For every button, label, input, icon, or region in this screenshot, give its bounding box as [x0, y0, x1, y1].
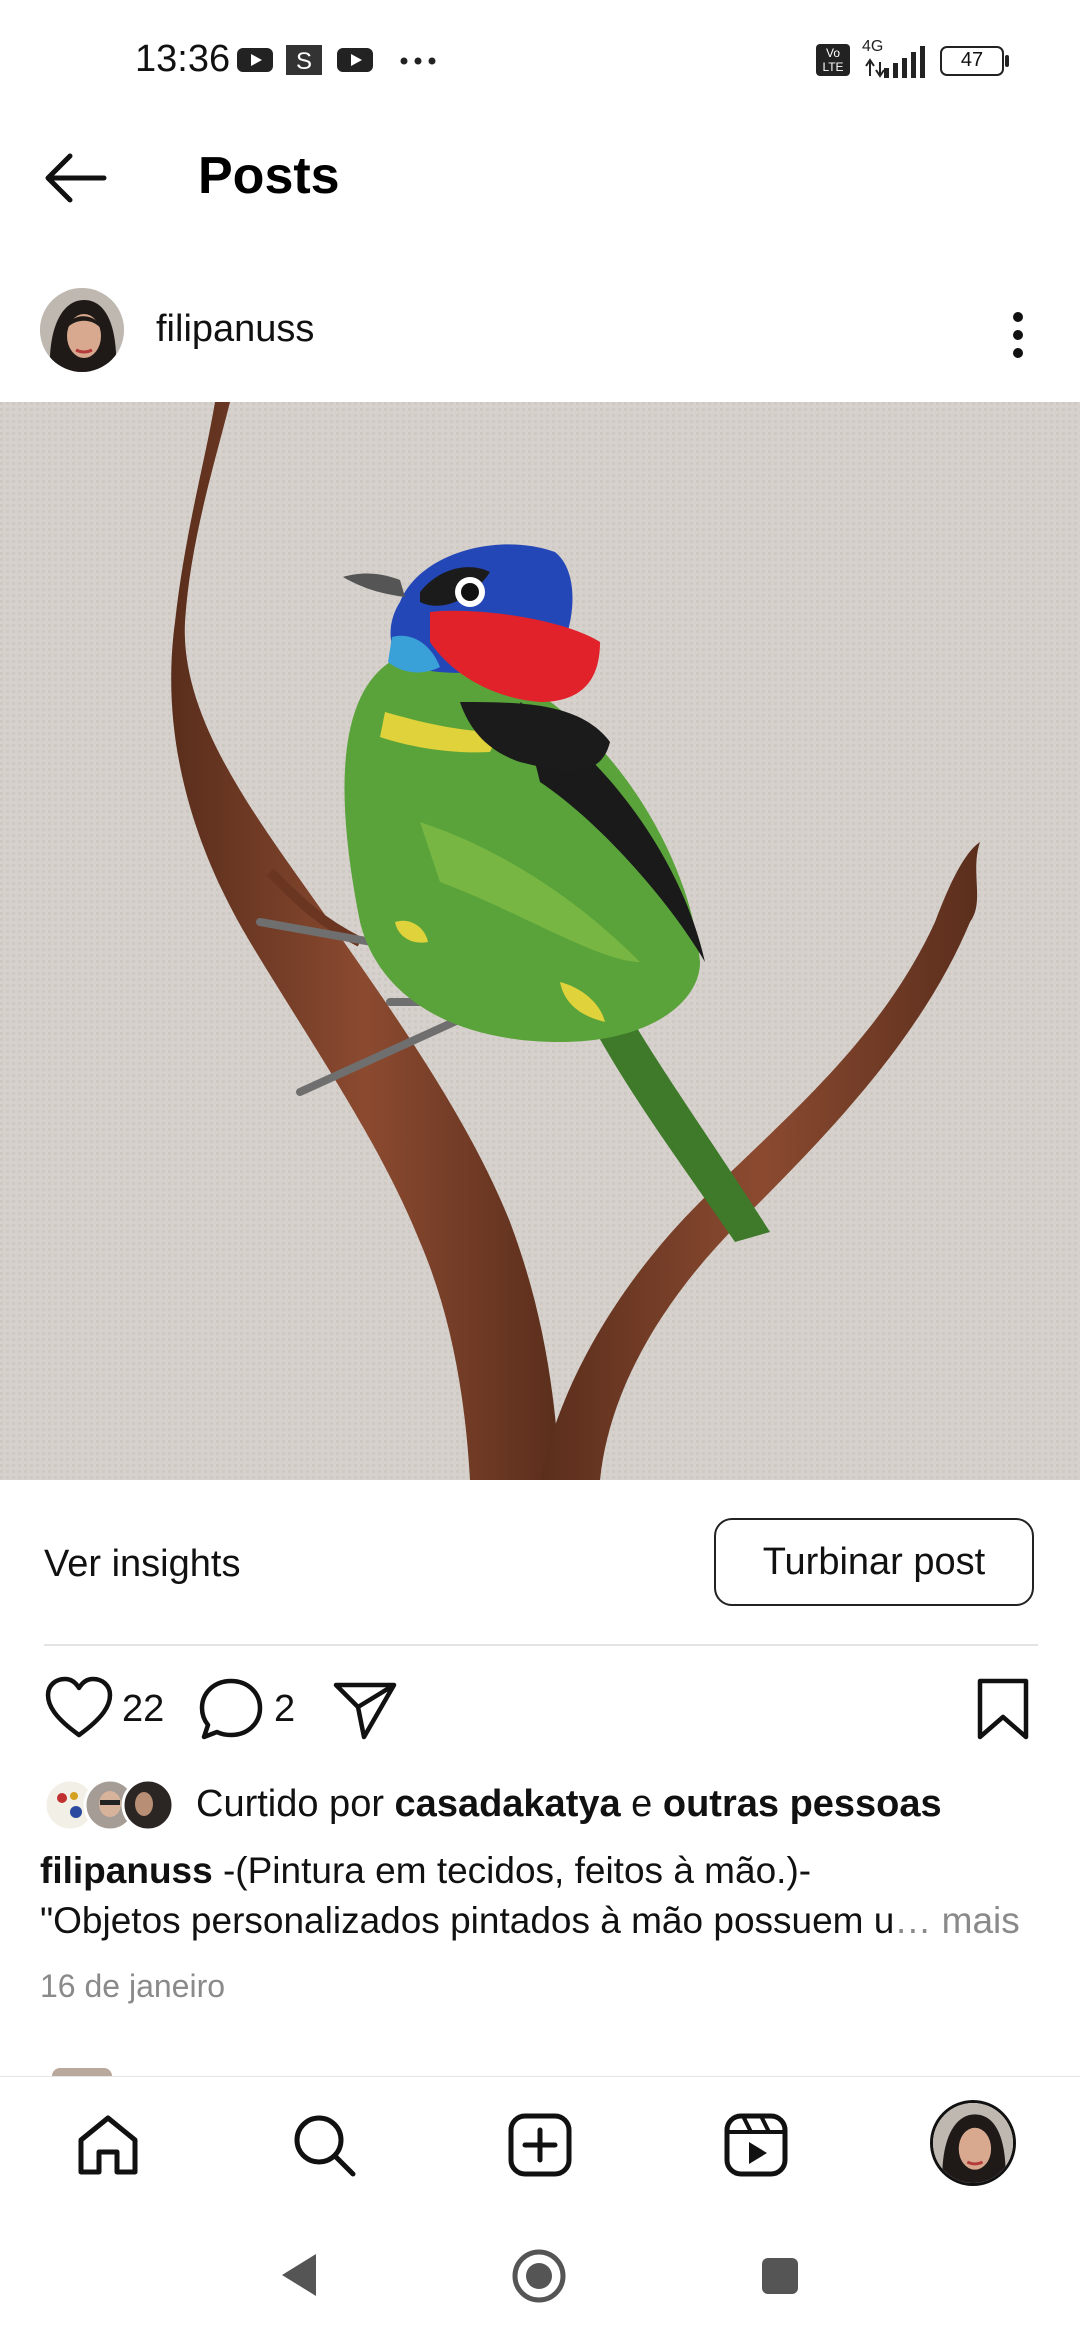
like-count[interactable]: 22: [122, 1688, 164, 1731]
page-title: Posts: [198, 147, 340, 205]
comment-count[interactable]: 2: [274, 1688, 295, 1731]
system-recents-icon[interactable]: [758, 2254, 802, 2298]
liked-by-and: e: [620, 1783, 663, 1825]
system-back-icon[interactable]: [276, 2250, 322, 2300]
view-insights-link[interactable]: Ver insights: [44, 1543, 240, 1586]
next-post-avatar: [52, 2068, 112, 2076]
caption-line-2: "Objetos personalizados pintados à mão p…: [40, 1900, 1040, 1942]
send-icon[interactable]: [330, 1675, 400, 1745]
back-button[interactable]: [40, 148, 110, 208]
liked-by-prefix: Curtido por: [196, 1783, 395, 1825]
bird-painting-image: [0, 402, 1080, 1480]
author-avatar[interactable]: [40, 288, 124, 372]
svg-text:S: S: [296, 48, 312, 75]
heart-icon[interactable]: [44, 1675, 114, 1745]
more-notifications-icon: [400, 57, 436, 65]
divider: [44, 1644, 1038, 1646]
search-icon[interactable]: [289, 2110, 359, 2180]
status-bar: 13:36 S Vo LTE 4G 47: [0, 0, 1080, 110]
liked-by-user[interactable]: casadakatya: [395, 1783, 621, 1825]
status-time: 13:36: [135, 38, 231, 80]
system-home-icon[interactable]: [511, 2248, 567, 2304]
reels-icon[interactable]: [721, 2110, 791, 2180]
liked-by-text[interactable]: Curtido por casadakatya e outras pessoas: [196, 1783, 942, 1826]
boost-post-button[interactable]: Turbinar post: [714, 1518, 1034, 1606]
profile-avatar-photo: [933, 2103, 1013, 2183]
create-icon[interactable]: [505, 2110, 575, 2180]
more-options-button[interactable]: [1000, 305, 1036, 365]
battery-indicator: 47: [940, 46, 1004, 76]
profile-tab-avatar[interactable]: [930, 2100, 1016, 2186]
post-date: 16 de janeiro: [40, 1968, 226, 2004]
caption-ellipsis: …: [894, 1900, 932, 1941]
home-icon[interactable]: [73, 2110, 143, 2180]
volte-badge: Vo LTE: [816, 44, 850, 76]
caption-line-1: filipanuss -(Pintura em tecidos, feitos …: [40, 1850, 811, 1892]
caption-username[interactable]: filipanuss: [40, 1850, 213, 1891]
youtube-icon: [237, 48, 273, 72]
author-username[interactable]: filipanuss: [156, 308, 314, 351]
bookmark-icon[interactable]: [968, 1675, 1038, 1745]
signal-icon: [865, 46, 925, 78]
caption-more-link[interactable]: mais: [931, 1900, 1020, 1941]
youtube-icon: [337, 48, 373, 72]
caption-text-1: -(Pintura em tecidos, feitos à mão.)-: [212, 1850, 812, 1891]
post-image[interactable]: [0, 402, 1080, 1480]
avatar-photo: [40, 288, 124, 372]
liked-by-others[interactable]: outras pessoas: [663, 1783, 942, 1825]
comment-icon[interactable]: [196, 1675, 266, 1745]
liker-avatars[interactable]: [44, 1778, 174, 1832]
s-app-icon: S: [286, 45, 322, 75]
caption-text-2: "Objetos personalizados pintados à mão p…: [40, 1900, 895, 1941]
battery-tip: [1005, 55, 1009, 67]
